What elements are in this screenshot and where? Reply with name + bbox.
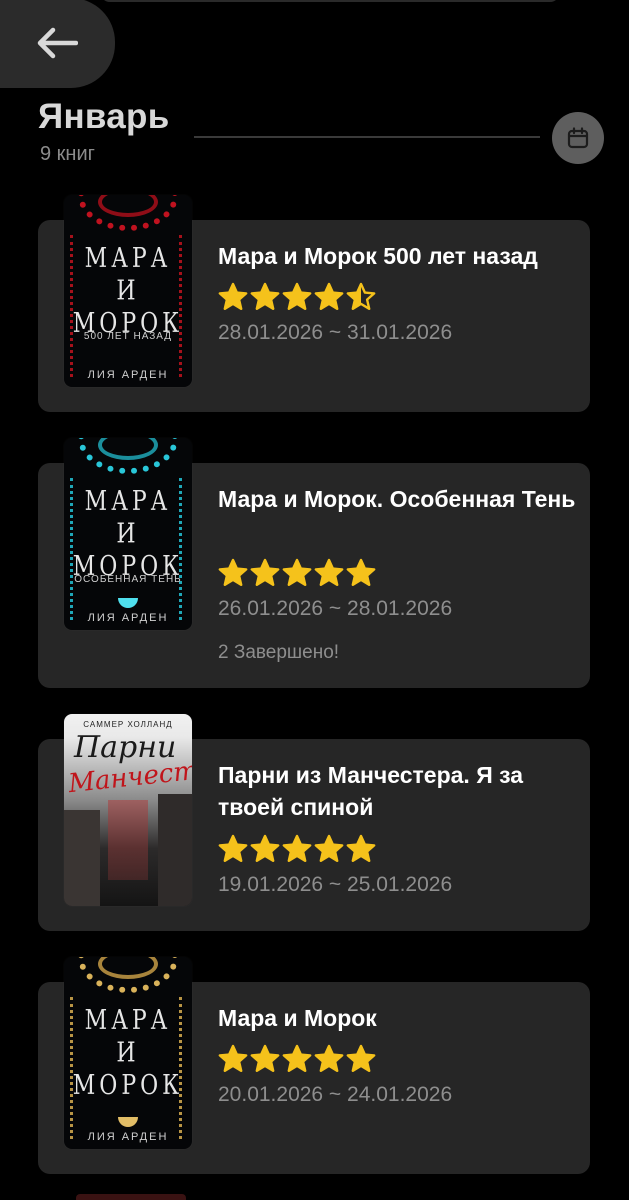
cover-building (64, 810, 100, 906)
star-full-icon (218, 558, 248, 586)
book-count: 9 книг (40, 143, 95, 165)
star-full-icon (250, 282, 280, 310)
star-full-icon (250, 558, 280, 586)
star-full-icon (346, 558, 376, 586)
book-cover[interactable]: САММЕР ХОЛЛАНД Парни Манчестера (64, 714, 192, 906)
star-full-icon (250, 834, 280, 862)
star-full-icon (218, 1044, 248, 1072)
search-bar-edge[interactable] (100, 0, 560, 2)
cover-title: МАРА И МОРОК (72, 1005, 184, 1102)
reading-dates: 26.01.2026 ~ 28.01.2026 (218, 597, 453, 620)
star-full-icon (314, 834, 344, 862)
rating-stars (218, 834, 376, 864)
cover-title: МАРА И МОРОК (72, 486, 184, 583)
star-full-icon (218, 834, 248, 862)
reread-note: 2 Завершено! (218, 642, 340, 663)
cover-moon (118, 1117, 138, 1127)
book-cover[interactable]: МАРА И МОРОК ЛИЯ АРДЕН (64, 957, 192, 1149)
book-cover[interactable]: МАРА И МОРОК 500 ЛЕТ НАЗАД ЛИЯ АРДЕН (64, 195, 192, 387)
book-title: Мара и Морок 500 лет назад (218, 243, 538, 269)
star-full-icon (282, 1044, 312, 1072)
cover-author: САММЕР ХОЛЛАНД (83, 720, 173, 729)
calendar-button[interactable] (552, 112, 604, 164)
cover-bridge (108, 800, 148, 880)
star-full-icon (346, 1044, 376, 1072)
star-full-icon (282, 558, 312, 586)
star-full-icon (282, 834, 312, 862)
cover-author: ЛИЯ АРДЕН (87, 612, 169, 624)
reading-dates: 20.01.2026 ~ 24.01.2026 (218, 1083, 453, 1106)
cover-subtitle: 500 ЛЕТ НАЗАД (83, 331, 173, 342)
rating-stars (218, 282, 376, 312)
calendar-icon (567, 127, 589, 149)
star-full-icon (346, 834, 376, 862)
cover-author: ЛИЯ АРДЕН (87, 1131, 169, 1143)
book-title: Парни из Манчестера. Я за твоей спиной (218, 762, 524, 820)
rating-stars (218, 1044, 376, 1074)
next-book-cover-peek[interactable] (76, 1194, 186, 1200)
reading-dates: 28.01.2026 ~ 31.01.2026 (218, 321, 453, 344)
star-full-icon (314, 558, 344, 586)
cover-title: МАРА И МОРОК (72, 243, 184, 340)
header-divider (194, 136, 540, 138)
cover-subtitle: ОСОБЕННАЯ ТЕНЬ (74, 574, 182, 585)
reading-month-screen: Январь 9 книг МАРА И МОРОК 500 ЛЕТ НАЗАД… (0, 0, 629, 1200)
star-full-icon (314, 282, 344, 310)
book-title: Мара и Морок. Особенная Тень (218, 486, 576, 512)
rating-stars (218, 558, 376, 588)
book-title: Мара и Морок (218, 1005, 377, 1031)
star-half-icon (346, 282, 376, 310)
book-cover[interactable]: МАРА И МОРОК ОСОБЕННАЯ ТЕНЬ ЛИЯ АРДЕН (64, 438, 192, 630)
star-full-icon (218, 282, 248, 310)
arrow-left-icon (37, 27, 78, 59)
cover-moon (118, 598, 138, 608)
star-full-icon (314, 1044, 344, 1072)
cover-author: ЛИЯ АРДЕН (87, 369, 169, 381)
back-button[interactable] (0, 0, 115, 88)
cover-building (158, 794, 192, 906)
month-title: Январь (38, 97, 170, 136)
reading-dates: 19.01.2026 ~ 25.01.2026 (218, 873, 453, 896)
star-full-icon (250, 1044, 280, 1072)
star-full-icon (282, 282, 312, 310)
